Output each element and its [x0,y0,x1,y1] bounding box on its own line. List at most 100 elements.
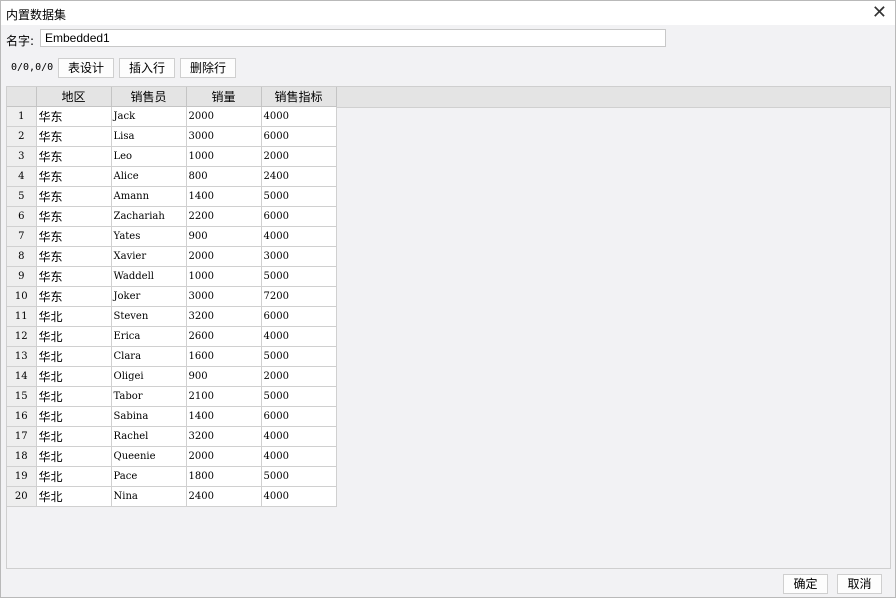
table-cell[interactable]: 2600 [186,326,262,347]
table-cell[interactable]: 1800 [186,466,262,487]
table-cell[interactable]: 华东 [36,286,112,307]
table-cell[interactable]: 华东 [36,226,112,247]
table-row[interactable]: 20 华北 Nina 2400 4000 [7,486,337,507]
row-number[interactable]: 13 [7,346,37,367]
table-cell[interactable]: 华北 [36,486,112,507]
table-cell[interactable]: 4000 [261,106,337,127]
table-row[interactable]: 4 华东 Alice 800 2400 [7,166,337,187]
table-cell[interactable]: 4000 [261,226,337,247]
table-cell[interactable]: Joker [111,286,187,307]
table-cell[interactable]: 华北 [36,386,112,407]
row-number[interactable]: 17 [7,426,37,447]
table-cell[interactable]: 华东 [36,146,112,167]
row-number[interactable]: 5 [7,186,37,207]
row-number[interactable]: 2 [7,126,37,147]
table-row[interactable]: 1 华东 Jack 2000 4000 [7,106,337,127]
table-row[interactable]: 16 华北 Sabina 1400 6000 [7,406,337,427]
row-number[interactable]: 7 [7,226,37,247]
table-row[interactable]: 2 华东 Lisa 3000 6000 [7,126,337,147]
table-cell[interactable]: 2100 [186,386,262,407]
row-number[interactable]: 16 [7,406,37,427]
table-row[interactable]: 14 华北 Oligei 900 2000 [7,366,337,387]
table-row[interactable]: 15 华北 Tabor 2100 5000 [7,386,337,407]
table-row[interactable]: 8 华东 Xavier 2000 3000 [7,246,337,267]
table-cell[interactable]: 5000 [261,466,337,487]
table-cell[interactable]: Clara [111,346,187,367]
table-cell[interactable]: Oligei [111,366,187,387]
table-cell[interactable]: 华北 [36,346,112,367]
table-cell[interactable]: 4000 [261,446,337,467]
table-cell[interactable]: Queenie [111,446,187,467]
cancel-button[interactable]: 取消 [837,574,882,594]
table-cell[interactable]: Zachariah [111,206,187,227]
row-number[interactable]: 18 [7,446,37,467]
table-cell[interactable]: 华北 [36,366,112,387]
table-cell[interactable]: Erica [111,326,187,347]
table-cell[interactable]: 2400 [261,166,337,187]
table-cell[interactable]: 1000 [186,146,262,167]
table-cell[interactable]: 3000 [186,286,262,307]
column-header[interactable]: 销售员 [111,87,187,107]
table-cell[interactable]: 华东 [36,266,112,287]
table-cell[interactable]: 2000 [261,366,337,387]
table-cell[interactable]: 6000 [261,206,337,227]
table-cell[interactable]: 7200 [261,286,337,307]
table-cell[interactable]: 华东 [36,206,112,227]
table-row[interactable]: 11 华北 Steven 3200 6000 [7,306,337,327]
table-row[interactable]: 10 华东 Joker 3000 7200 [7,286,337,307]
table-cell[interactable]: 2200 [186,206,262,227]
corner-cell[interactable] [7,87,37,107]
table-cell[interactable]: 华北 [36,306,112,327]
table-cell[interactable]: 4000 [261,326,337,347]
table-cell[interactable]: Alice [111,166,187,187]
table-cell[interactable]: 5000 [261,186,337,207]
table-row[interactable]: 5 华东 Amann 1400 5000 [7,186,337,207]
table-row[interactable]: 9 华东 Waddell 1000 5000 [7,266,337,287]
row-number[interactable]: 4 [7,166,37,187]
table-design-button[interactable]: 表设计 [58,58,114,78]
table-cell[interactable]: 3200 [186,306,262,327]
table-cell[interactable]: Yates [111,226,187,247]
table-row[interactable]: 3 华东 Leo 1000 2000 [7,146,337,167]
table-cell[interactable]: 2000 [261,146,337,167]
table-cell[interactable]: Steven [111,306,187,327]
table-row[interactable]: 19 华北 Pace 1800 5000 [7,466,337,487]
table-cell[interactable]: Xavier [111,246,187,267]
table-cell[interactable]: 2400 [186,486,262,507]
table-cell[interactable]: 5000 [261,386,337,407]
row-number[interactable]: 11 [7,306,37,327]
table-cell[interactable]: 6000 [261,306,337,327]
data-grid-area[interactable]: 地区 销售员 销量 销售指标 1 华东 Jack 2000 4000 2 华东 Lisa 300… [6,86,891,569]
table-row[interactable]: 13 华北 Clara 1600 5000 [7,346,337,367]
table-cell[interactable]: 华北 [36,446,112,467]
row-number[interactable]: 9 [7,266,37,287]
column-header[interactable]: 销售指标 [261,87,337,107]
table-cell[interactable]: 华北 [36,406,112,427]
table-cell[interactable]: 2000 [186,106,262,127]
table-cell[interactable]: 华东 [36,126,112,147]
table-cell[interactable]: 2000 [186,446,262,467]
column-header[interactable]: 地区 [36,87,112,107]
table-cell[interactable]: 2000 [186,246,262,267]
row-number[interactable]: 15 [7,386,37,407]
insert-row-button[interactable]: 插入行 [119,58,175,78]
name-input[interactable] [40,29,666,47]
table-cell[interactable]: 华北 [36,466,112,487]
table-cell[interactable]: 1600 [186,346,262,367]
row-number[interactable]: 8 [7,246,37,267]
table-row[interactable]: 18 华北 Queenie 2000 4000 [7,446,337,467]
table-cell[interactable]: Sabina [111,406,187,427]
table-cell[interactable]: 4000 [261,486,337,507]
close-icon[interactable]: ✕ [872,2,887,24]
table-cell[interactable]: 5000 [261,346,337,367]
table-row[interactable]: 12 华北 Erica 2600 4000 [7,326,337,347]
table-cell[interactable]: 6000 [261,406,337,427]
table-cell[interactable]: 1400 [186,186,262,207]
table-cell[interactable]: Waddell [111,266,187,287]
table-cell[interactable]: 华北 [36,326,112,347]
table-row[interactable]: 6 华东 Zachariah 2200 6000 [7,206,337,227]
table-cell[interactable]: Nina [111,486,187,507]
table-row[interactable]: 17 华北 Rachel 3200 4000 [7,426,337,447]
table-row[interactable]: 7 华东 Yates 900 4000 [7,226,337,247]
table-cell[interactable]: Amann [111,186,187,207]
